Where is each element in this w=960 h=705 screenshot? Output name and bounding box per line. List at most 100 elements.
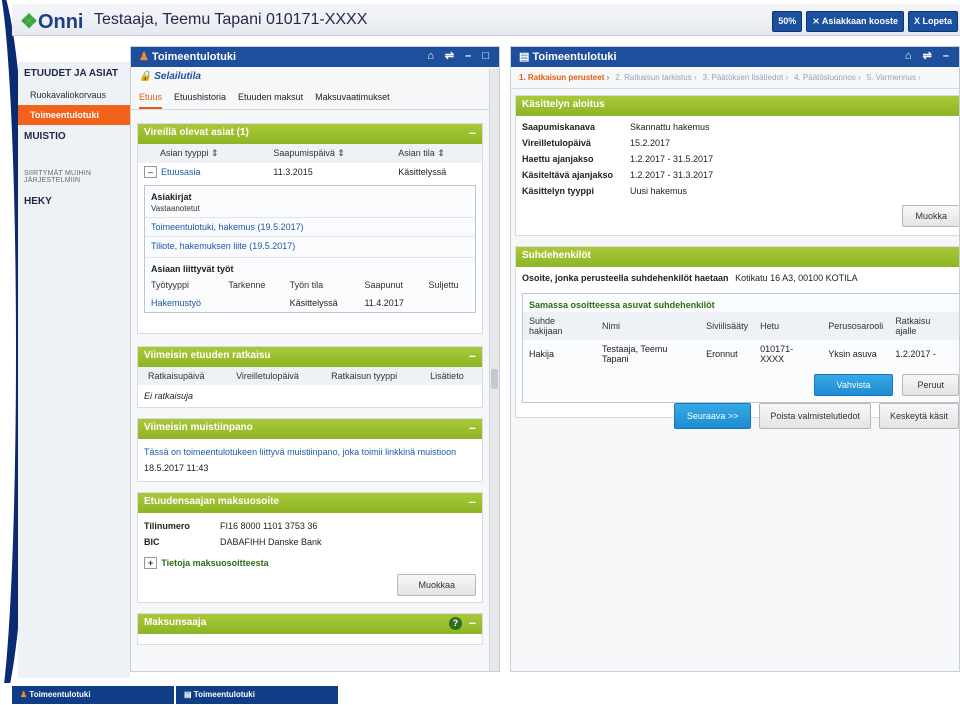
task-spec xyxy=(222,294,283,312)
taskbar-item-income-support[interactable]: ♟ Toimeentulotuki xyxy=(12,686,174,704)
payment-address-header[interactable]: Etuudensaajan maksuosoite – xyxy=(138,493,482,513)
column-decision-date: Ratkaisupäivä xyxy=(138,367,231,385)
sidebar-item-heky[interactable]: HEKY xyxy=(18,190,130,213)
step-decision-check[interactable]: 2. Ratkaisun tarkistus › xyxy=(615,73,696,82)
summary-icon: ⨯ xyxy=(812,16,822,26)
confirm-button[interactable]: Vahvista xyxy=(813,374,894,396)
benefit-panel: ♟ Toimeentulotuki ⌂ ⇌ – □ 🔒 Selailutila … xyxy=(130,46,500,672)
payee-header[interactable]: Maksunsaaja? – xyxy=(138,614,482,634)
payment-address-section: Etuudensaajan maksuosoite – Tilinumero FI… xyxy=(137,492,483,603)
document-link[interactable]: Toimeentulotuki, hakemus (19.5.2017) xyxy=(145,217,475,236)
taskbar-item-label: Toimeentulotuki xyxy=(193,690,255,699)
relation-value: Hakija xyxy=(529,349,555,359)
collapse-icon[interactable]: – xyxy=(469,615,476,630)
cancel-button[interactable]: Peruut xyxy=(902,374,959,396)
document-icon: ▤ xyxy=(184,690,194,699)
payment-address-more[interactable]: + Tietoja maksuosoitteesta xyxy=(138,550,482,570)
related-persons-header[interactable]: Suhdehenkilöt xyxy=(516,247,959,267)
column-marital-status: Siviilisääty xyxy=(700,312,755,340)
task-arrived: 11.4.2017 xyxy=(364,298,404,308)
note-link[interactable]: Tässä on toimeentulotukeen liittyvä muis… xyxy=(138,439,482,461)
task-type-link[interactable]: Hakemustyö xyxy=(145,294,222,312)
collapse-icon[interactable]: – xyxy=(469,125,476,140)
app-logo[interactable]: ❖Onni xyxy=(20,9,83,34)
expand-icon[interactable]: + xyxy=(144,557,158,569)
tab-benefit-history[interactable]: Etuushistoria xyxy=(174,92,226,109)
collapse-row-icon[interactable]: – xyxy=(144,166,158,178)
table-row[interactable]: Hakija Testaaja, Teemu Tapani Eronnut 01… xyxy=(523,340,959,368)
column-case-type[interactable]: Asian tyyppi ⇕ xyxy=(138,144,268,163)
panel-scrollbar[interactable] xyxy=(489,69,499,671)
tab-benefit-payments[interactable]: Etuuden maksut xyxy=(238,92,303,109)
column-id: Hetu xyxy=(754,312,823,340)
document-icon: ▤ xyxy=(519,51,533,63)
step-decision-basis[interactable]: 1. Ratkaisun perusteet › xyxy=(519,73,609,82)
processing-start-section: Käsittelyn aloitus Saapumiskanava Skanna… xyxy=(515,95,959,236)
sidebar-heading-memo[interactable]: MUISTIO xyxy=(18,125,130,148)
same-address-title: Samassa osoitteessa asuvat suhdehenkilöt xyxy=(529,300,715,310)
id-value: 010171-XXXX xyxy=(760,344,794,364)
payee-section: Maksunsaaja? – xyxy=(137,613,483,645)
pending-cases-header[interactable]: Vireillä olevat asiat (1) – xyxy=(138,124,482,144)
collapse-icon[interactable]: – xyxy=(469,348,476,363)
summary-label: Asiakkaan kooste xyxy=(821,16,898,26)
processing-start-header[interactable]: Käsittelyn aloitus xyxy=(516,96,959,116)
decision-panel-title: ▤ Toimeentulotuki ⌂ ⇌ – xyxy=(511,47,959,67)
latest-note-header[interactable]: Viimeisin muistiinpano – xyxy=(138,419,482,439)
sidebar-item-diet-compensation[interactable]: Ruokavaliokorvaus xyxy=(18,85,130,105)
collapse-icon[interactable]: – xyxy=(469,420,476,435)
tab-benefit[interactable]: Etuus xyxy=(139,92,163,109)
help-icon[interactable]: ? xyxy=(449,617,462,630)
latest-decision-title: Viimeisin etuuden ratkaisu xyxy=(144,350,271,361)
window-controls[interactable]: ⌂ ⇌ – xyxy=(905,49,953,62)
column-case-status[interactable]: Asian tila ⇕ xyxy=(392,144,482,163)
window-controls[interactable]: ⌂ ⇌ – □ xyxy=(427,49,493,62)
tasks-table: Työtyyppi Tarkenne Työn tila Saapunut Su… xyxy=(145,276,475,312)
collapse-icon[interactable]: – xyxy=(469,494,476,509)
column-closed: Suljettu xyxy=(428,280,459,290)
column-arrival-date[interactable]: Saapumispäivä ⇕ xyxy=(267,144,393,163)
decision-actions: Seuraava >> Poista valmistelutiedot Kesk… xyxy=(673,403,959,429)
step-decision-draft[interactable]: 4. Päätösluonnos › xyxy=(794,73,861,82)
pending-cases-title: Vireillä olevat asiat (1) xyxy=(144,127,249,138)
exit-button[interactable]: X Lopeta xyxy=(907,11,958,32)
processing-start-actions: Muokka xyxy=(516,199,959,235)
decision-panel-title-text: Toimeentulotuki xyxy=(532,51,617,63)
decision-steps: 1. Ratkaisun perusteet › 2. Ratkaisun ta… xyxy=(511,67,959,89)
logo-text: Onni xyxy=(37,11,84,33)
taskbar-item-income-support-decision[interactable]: ▤ Toimeentulotuki xyxy=(176,686,338,704)
benefit-tabs: Etuus Etuushistoria Etuuden maksut Maksu… xyxy=(131,86,499,110)
column-pending-date: Vireilletulopäivä xyxy=(230,367,326,385)
summary-button[interactable]: ⨯ Asiakkaan kooste xyxy=(806,11,904,32)
logo-icon: ❖ xyxy=(20,11,38,33)
payment-address-fields: Tilinumero FI16 8000 1101 3753 36 BIC DA… xyxy=(138,513,482,550)
table-row[interactable]: – Etuusasia 11.3.2015 Käsittelyssä xyxy=(138,163,482,181)
table-header-row: Ratkaisupäivä Vireilletulopäivä Ratkaisu… xyxy=(138,367,482,385)
case-type-link[interactable]: Etuusasia xyxy=(161,167,201,177)
sidebar-item-income-support[interactable]: Toimeentulotuki xyxy=(18,105,130,125)
next-button[interactable]: Seuraava >> xyxy=(673,403,752,429)
sidebar-divider xyxy=(18,148,130,156)
table-row[interactable]: Hakemustyö Käsittelyssä 11.4.2017 xyxy=(145,294,475,312)
tab-payment-claims[interactable]: Maksuvaatimukset xyxy=(315,92,390,109)
step-verification[interactable]: 5. Varmennus › xyxy=(867,73,921,82)
zoom-button[interactable]: 50% xyxy=(772,11,803,32)
edit-payment-address-button[interactable]: Muokkaa xyxy=(397,574,476,596)
bic-label: BIC xyxy=(144,537,160,547)
remove-prep-button[interactable]: Poista valmistelutiedot xyxy=(759,403,871,429)
scrollbar-thumb[interactable] xyxy=(491,369,498,389)
document-link[interactable]: Tiliote, hakemuksen liite (19.5.2017) xyxy=(145,236,475,255)
suspend-button[interactable]: Keskeytä käsit xyxy=(878,403,959,429)
latest-decision-header[interactable]: Viimeisin etuuden ratkaisu – xyxy=(138,347,482,367)
benefit-panel-title: ♟ Toimeentulotuki ⌂ ⇌ – □ xyxy=(131,47,499,67)
address-basis: Osoite, jonka perusteella suhdehenkilöt … xyxy=(516,267,959,289)
period-value: 1.2.2017 - xyxy=(895,349,936,359)
top-actions: 50% ⨯ Asiakkaan kooste X Lopeta xyxy=(772,11,958,32)
edit-processing-button[interactable]: Muokka xyxy=(902,205,959,227)
field-value: Uusi hakemus xyxy=(630,186,688,196)
field-label: Vireilletulopäivä xyxy=(522,138,591,148)
account-value: FI16 8000 1101 3753 36 xyxy=(220,521,318,531)
browse-mode-text: Selailutila xyxy=(154,71,201,82)
step-decision-info[interactable]: 3. Päätöksen lisätiedot › xyxy=(703,73,788,82)
processing-start-fields: Saapumiskanava Skannattu hakemus Vireill… xyxy=(516,116,959,199)
